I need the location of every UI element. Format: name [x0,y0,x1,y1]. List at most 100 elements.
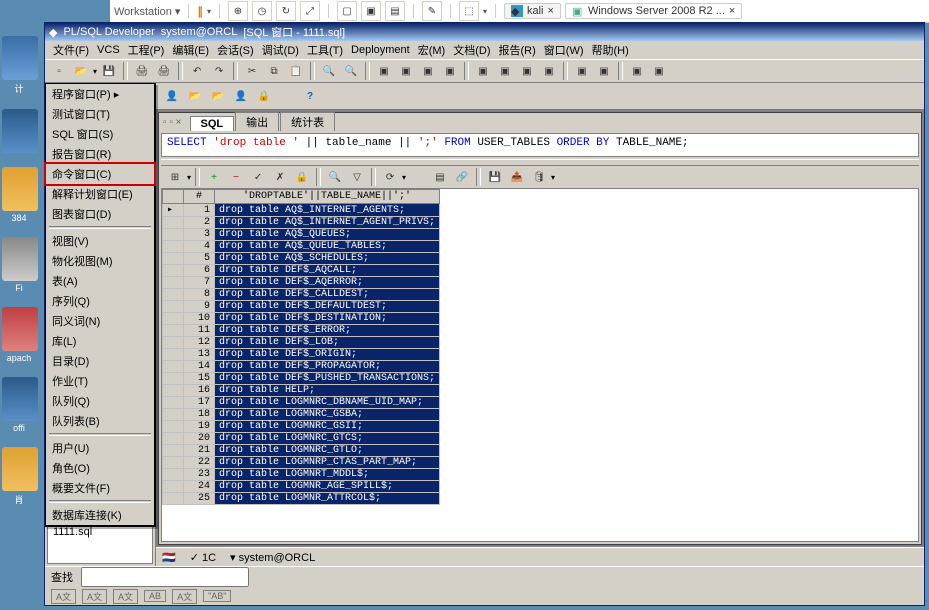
menu-file[interactable]: 文件(F) [49,41,93,59]
query-icon[interactable]: 🛢 [529,167,549,187]
paste-icon[interactable]: 📋 [286,61,306,81]
tool-icon[interactable]: ▣ [374,61,394,81]
fetch-icon[interactable]: ▽ [347,167,367,187]
grid-cell[interactable]: drop table LOGMNRT_MDDL$; [215,469,440,481]
menu-debug[interactable]: 调试(D) [258,41,303,59]
grid-cell[interactable]: drop table LOGMNRC_GTLO; [215,445,440,457]
add-row-icon[interactable]: + [204,167,224,187]
grid-cell[interactable]: drop table LOGMNR_ATTRCOL$; [215,493,440,505]
menu-item[interactable]: 目录(D) [46,351,154,371]
find-icon[interactable]: 🔍 [325,167,345,187]
workstation-menu[interactable]: Workstation ▾ [114,5,180,18]
status-btn[interactable]: A文 [113,589,138,604]
undo-icon[interactable]: ↶ [187,61,207,81]
grid-cell[interactable]: drop table LOGMNRC_GSBA; [215,409,440,421]
pause-icon[interactable]: ∥ [197,5,203,18]
execute-icon[interactable]: 👤 [162,86,182,106]
grid-cell[interactable]: drop table DEF$_CALLDEST; [215,289,440,301]
host-btn[interactable]: ⊕ [228,1,248,21]
menu-macro[interactable]: 宏(M) [414,41,450,59]
menu-item[interactable]: 队列表(B) [46,411,154,431]
menu-tools[interactable]: 工具(T) [303,41,347,59]
new-icon[interactable]: ▫ [49,61,69,81]
menu-item[interactable]: 图表窗口(D) [46,204,154,224]
export-icon[interactable]: 📤 [507,167,527,187]
grid-cell[interactable]: drop table AQ$_QUEUES; [215,229,440,241]
status-btn[interactable]: AB [144,590,166,602]
grid-cell[interactable]: drop table DEF$_DEFAULTDEST; [215,301,440,313]
search-input[interactable] [81,567,249,587]
menu-project[interactable]: 工程(P) [124,41,169,59]
rollback-icon[interactable]: 📂 [208,86,228,106]
host-btn[interactable]: ⤢ [300,1,320,21]
tool-icon[interactable]: ▣ [539,61,559,81]
desktop-icon[interactable] [2,36,38,80]
grid-cell[interactable]: drop table AQ$_INTERNET_AGENT_PRIVS; [215,217,440,229]
desktop-icon[interactable] [2,377,38,421]
menu-item[interactable]: 程序窗口(P) ▸ [46,84,154,104]
menu-deployment[interactable]: Deployment [347,43,414,57]
grid-icon[interactable]: ⊞ [165,167,185,187]
menu-item[interactable]: 报告窗口(R) [46,144,154,164]
tool-icon[interactable]: ▣ [572,61,592,81]
tool-icon[interactable]: ▣ [627,61,647,81]
host-btn[interactable]: ◷ [252,1,272,21]
desktop-icon[interactable] [2,109,38,153]
close-icon[interactable]: × [548,5,554,17]
grid-cell[interactable]: drop table DEF$_AQCALL; [215,265,440,277]
lock-icon[interactable]: 🔒 [254,86,274,106]
print-icon[interactable]: 🖨 [154,61,174,81]
link-icon[interactable]: 🔗 [452,167,472,187]
menu-item[interactable]: 同义词(N) [46,311,154,331]
desktop-icon[interactable] [2,237,38,281]
host-btn[interactable]: ▤ [385,1,405,21]
refresh-icon[interactable]: ⟳ [380,167,400,187]
help-icon[interactable]: ? [300,86,320,106]
splitter[interactable] [161,159,919,166]
tool-icon[interactable]: ▣ [440,61,460,81]
status-btn[interactable]: A文 [82,589,107,604]
menu-item[interactable]: 表(A) [46,271,154,291]
grid-cell[interactable]: drop table LOGMNRP_CTAS_PART_MAP; [215,457,440,469]
menu-document[interactable]: 文档(D) [449,41,494,59]
grid-cell[interactable]: drop table DEF$_DESTINATION; [215,313,440,325]
desktop-icon[interactable] [2,167,38,211]
menu-item[interactable]: 数据库连接(K) [46,505,154,525]
grid-cell[interactable]: drop table LOGMNRC_DBNAME_UID_MAP; [215,397,440,409]
menu-window[interactable]: 窗口(W) [540,41,588,59]
tool-icon[interactable]: ▣ [594,61,614,81]
tab-stats[interactable]: 统计表 [280,112,335,131]
desktop-icon[interactable] [2,447,38,491]
menu-item[interactable]: 用户(U) [46,438,154,458]
host-btn[interactable]: ↻ [276,1,296,21]
close-icon[interactable]: × [729,5,735,17]
menu-vcs[interactable]: VCS [93,43,124,57]
lock-icon[interactable]: 🔒 [292,167,312,187]
print-icon[interactable]: 🖨 [132,61,152,81]
cancel-icon[interactable]: ✗ [270,167,290,187]
menu-item[interactable]: 作业(T) [46,371,154,391]
host-btn[interactable]: ▢ [337,1,357,21]
menu-item[interactable]: 序列(Q) [46,291,154,311]
tool-icon[interactable]: ▣ [473,61,493,81]
menu-item[interactable]: 解释计划窗口(E) [46,184,154,204]
cut-icon[interactable]: ✂ [242,61,262,81]
menu-item[interactable]: 概要文件(F) [46,478,154,498]
commit-icon[interactable]: 📂 [185,86,205,106]
copy-icon[interactable]: ⧉ [264,61,284,81]
vm-tab-kali[interactable]: ◆kali× [504,3,561,19]
sql-editor[interactable]: SELECT 'drop table ' || table_name || ';… [161,133,919,157]
save-icon[interactable]: 💾 [485,167,505,187]
menu-item[interactable]: 命令窗口(C) [46,164,154,184]
menu-item[interactable]: 队列(Q) [46,391,154,411]
open-icon[interactable]: 📂 [71,61,91,81]
grid-cell[interactable]: drop table AQ$_QUEUE_TABLES; [215,241,440,253]
single-rec-icon[interactable]: ▤ [430,167,450,187]
grid-cell[interactable]: drop table LOGMNR_AGE_SPILL$; [215,481,440,493]
tool-icon[interactable]: ▣ [517,61,537,81]
menu-item[interactable]: SQL 窗口(S) [46,124,154,144]
status-btn[interactable]: A文 [172,589,197,604]
grid-cell[interactable]: drop table LOGMNRC_GTCS; [215,433,440,445]
vm-tab-windows[interactable]: ▣Windows Server 2008 R2 ...× [565,3,742,19]
tool-icon[interactable]: ▣ [418,61,438,81]
